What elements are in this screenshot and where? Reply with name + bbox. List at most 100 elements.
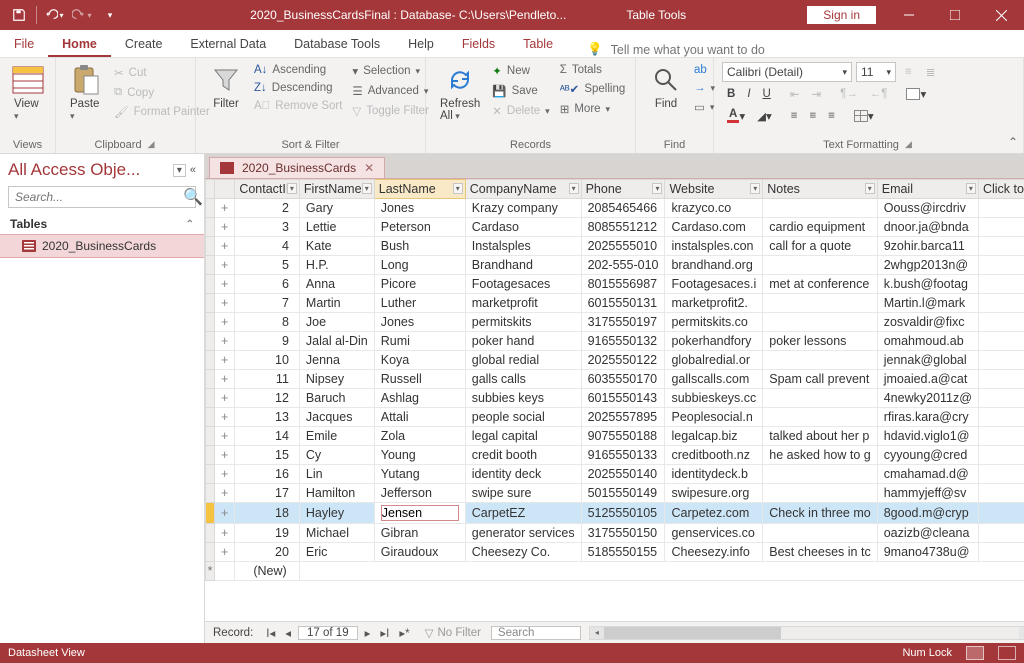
cell-company[interactable]: poker hand [465, 332, 581, 351]
clipboard-dialog-launcher[interactable]: ◢ [146, 138, 157, 151]
cell-notes[interactable] [763, 351, 877, 370]
cell-company[interactable]: Cheesezy Co. [465, 543, 581, 562]
expand-cell[interactable]: + [215, 351, 235, 370]
record-search-box[interactable]: Search [491, 626, 581, 640]
cell-notes[interactable]: call for a quote [763, 237, 877, 256]
cell-company[interactable]: Instalsples [465, 237, 581, 256]
cell-lastname[interactable]: Bush [374, 237, 465, 256]
cell-email[interactable]: dnoor.ja@bnda [877, 218, 978, 237]
expand-cell[interactable]: + [215, 237, 235, 256]
cell-email[interactable]: cmahamad.d@ [877, 465, 978, 484]
cell-website[interactable]: creditbooth.nz [665, 446, 763, 465]
cell-notes[interactable] [763, 484, 877, 503]
cell-contactid[interactable]: 20 [235, 543, 300, 562]
table-row[interactable]: + 7 Martin Luther marketprofit 601555013… [206, 294, 1024, 313]
datasheet-grid[interactable]: ContactID▾FirstName▾LastName▾CompanyName… [205, 179, 1024, 581]
row-selector[interactable] [206, 370, 215, 389]
cell-firstname[interactable]: Kate [299, 237, 374, 256]
cell-extra[interactable] [978, 351, 1024, 370]
cell-phone[interactable]: 5125550105 [581, 503, 665, 524]
cell-notes[interactable] [763, 256, 877, 275]
select-all-cell[interactable] [206, 180, 215, 199]
save-record-button[interactable]: 💾Save [488, 82, 553, 100]
gridlines-button[interactable]: ▾ [849, 107, 879, 125]
cell-firstname[interactable]: Jalal al-Din [299, 332, 374, 351]
cell-lastname[interactable]: Picore [374, 275, 465, 294]
column-dropdown-icon[interactable]: ▾ [569, 183, 579, 194]
expand-cell[interactable]: + [215, 294, 235, 313]
cell-email[interactable]: 9zohir.barca11 [877, 237, 978, 256]
cell-website[interactable]: subbieskeys.cc [665, 389, 763, 408]
cell-phone[interactable]: 6035550170 [581, 370, 665, 389]
table-row[interactable]: + 12 Baruch Ashlag subbies keys 60155501… [206, 389, 1024, 408]
tab-database-tools[interactable]: Database Tools [280, 32, 394, 57]
expand-cell[interactable]: + [215, 543, 235, 562]
cell-lastname[interactable]: Yutang [374, 465, 465, 484]
tab-external-data[interactable]: External Data [176, 32, 280, 57]
cell-company[interactable]: swipe sure [465, 484, 581, 503]
cell-lastname[interactable]: Rumi [374, 332, 465, 351]
row-selector[interactable] [206, 237, 215, 256]
expand-cell[interactable]: + [215, 503, 235, 524]
advanced-button[interactable]: ☰Advanced [348, 82, 433, 100]
scroll-right-button[interactable]: ▸ [1019, 627, 1024, 639]
save-icon[interactable] [6, 2, 32, 28]
cell-company[interactable]: Brandhand [465, 256, 581, 275]
cell-lastname[interactable]: Russell [374, 370, 465, 389]
close-tab-icon[interactable]: ✕ [364, 161, 374, 175]
column-header[interactable]: Click to A▾ [978, 180, 1024, 199]
cell-website[interactable]: instalsples.con [665, 237, 763, 256]
column-dropdown-icon[interactable]: ▾ [362, 183, 372, 194]
row-selector[interactable] [206, 465, 215, 484]
cell-notes[interactable]: Best cheeses in tc [763, 543, 877, 562]
table-row[interactable]: + 5 H.P. Long Brandhand 202-555-010 bran… [206, 256, 1024, 275]
tab-file[interactable]: File [0, 32, 48, 57]
cell-firstname[interactable]: Lin [299, 465, 374, 484]
cell-lastname[interactable]: Giraudoux [374, 543, 465, 562]
cell-notes[interactable] [763, 199, 877, 218]
cell-company[interactable]: marketprofit [465, 294, 581, 313]
cell-email[interactable]: Martin.l@mark [877, 294, 978, 313]
cell-company[interactable]: generator services [465, 524, 581, 543]
cell-firstname[interactable]: Hamilton [299, 484, 374, 503]
column-header[interactable]: Website▾ [665, 180, 763, 199]
cell-phone[interactable]: 202-555-010 [581, 256, 665, 275]
expand-cell[interactable]: + [215, 275, 235, 294]
row-selector[interactable] [206, 484, 215, 503]
cell-phone[interactable]: 8015556987 [581, 275, 665, 294]
cell-firstname[interactable]: Nipsey [299, 370, 374, 389]
cell-extra[interactable] [978, 332, 1024, 351]
table-row[interactable]: + 15 Cy Young credit booth 9165550133 cr… [206, 446, 1024, 465]
column-header[interactable]: FirstName▾ [299, 180, 374, 199]
totals-button[interactable]: ΣTotals [556, 62, 630, 78]
tab-help[interactable]: Help [394, 32, 448, 57]
redo-icon[interactable]: ▾ [69, 2, 95, 28]
cell-website[interactable]: legalcap.biz [665, 427, 763, 446]
cell-email[interactable]: jennak@global [877, 351, 978, 370]
expand-cell[interactable]: + [215, 370, 235, 389]
collapse-ribbon-button[interactable]: ⌃ [1008, 135, 1018, 149]
tell-me-search[interactable]: 💡 [567, 42, 1024, 57]
table-row[interactable]: + 10 Jenna Koya global redial 2025550122… [206, 351, 1024, 370]
cell-editor[interactable] [381, 505, 459, 521]
cell-email[interactable]: 4newky2011z@ [877, 389, 978, 408]
last-record-button[interactable]: ▸I [375, 626, 394, 640]
horizontal-scrollbar[interactable]: ◂ ▸ [589, 626, 1024, 640]
cell-phone[interactable]: 9165550132 [581, 332, 665, 351]
cell-extra[interactable] [978, 446, 1024, 465]
table-row[interactable]: + 2 Gary Jones Krazy company 2085465466 … [206, 199, 1024, 218]
cell-firstname[interactable]: Cy [299, 446, 374, 465]
cell-company[interactable]: permitskits [465, 313, 581, 332]
table-row[interactable]: + 14 Emile Zola legal capital 9075550188… [206, 427, 1024, 446]
cell-notes[interactable]: Check in three mo [763, 503, 877, 524]
cell-phone[interactable]: 9075550188 [581, 427, 665, 446]
design-view-button[interactable] [998, 646, 1016, 660]
cell-firstname[interactable]: Baruch [299, 389, 374, 408]
cell-company[interactable]: CarpetEZ [465, 503, 581, 524]
textfmt-dialog-launcher[interactable]: ◢ [903, 138, 914, 151]
font-size-combo[interactable]: 11▾ [856, 62, 896, 82]
row-selector[interactable] [206, 351, 215, 370]
cell-contactid[interactable]: 9 [235, 332, 300, 351]
expand-cell[interactable]: + [215, 408, 235, 427]
table-row[interactable]: + 6 Anna Picore Footagesaces 8015556987 … [206, 275, 1024, 294]
